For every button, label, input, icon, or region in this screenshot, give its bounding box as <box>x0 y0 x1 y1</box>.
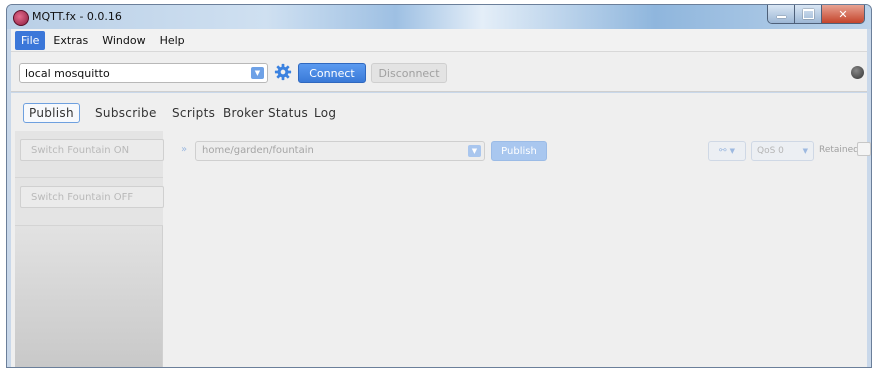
menu-window[interactable]: Window <box>96 31 151 50</box>
chevron-down-icon: ▼ <box>802 147 808 155</box>
window-title: MQTT.fx - 0.0.16 <box>32 10 122 23</box>
tab-publish[interactable]: Publish <box>23 103 80 123</box>
window-controls: ✕ <box>767 5 865 24</box>
publish-button[interactable]: Publish <box>491 141 547 161</box>
tab-scripts[interactable]: Scripts <box>167 103 220 123</box>
tab-subscribe[interactable]: Subscribe <box>90 103 162 123</box>
qos-select[interactable]: QoS 0 ▼ <box>751 141 814 161</box>
double-chevron-right-icon[interactable]: » <box>181 144 187 155</box>
title-bar[interactable]: MQTT.fx - 0.0.16 ✕ <box>7 5 871 29</box>
tab-broker-status[interactable]: Broker Status <box>218 103 313 123</box>
menu-help[interactable]: Help <box>154 31 191 50</box>
connection-profile-value: local mosquitto <box>25 67 110 80</box>
app-icon <box>13 10 29 26</box>
connection-profile-select[interactable]: local mosquitto ▼ <box>19 63 268 83</box>
menu-bar: File Extras Window Help <box>11 29 867 52</box>
main-tabs: Publish Subscribe Scripts Broker Status … <box>11 93 867 131</box>
connection-toolbar: local mosquitto ▼ Connect Disconnect <box>11 52 867 92</box>
chevron-down-icon[interactable]: ▼ <box>251 67 264 79</box>
close-button[interactable]: ✕ <box>822 5 864 23</box>
close-icon: ✕ <box>838 7 848 21</box>
minimize-icon <box>776 16 786 18</box>
gear-icon[interactable] <box>274 63 292 81</box>
topic-value: home/garden/fountain <box>202 145 314 156</box>
switch-fountain-off-button[interactable]: Switch Fountain OFF <box>20 186 164 208</box>
maximize-button[interactable] <box>795 5 822 23</box>
chevron-down-icon[interactable]: ▼ <box>468 145 481 157</box>
connect-button[interactable]: Connect <box>298 63 366 83</box>
menu-extras[interactable]: Extras <box>47 31 94 50</box>
app-window: MQTT.fx - 0.0.16 ✕ File Extras Window He… <box>6 4 872 368</box>
switch-fountain-on-button[interactable]: Switch Fountain ON <box>20 139 164 161</box>
disconnect-button[interactable]: Disconnect <box>371 63 447 83</box>
link-icon: ⚯ <box>719 146 727 156</box>
connection-status-icon <box>851 66 864 79</box>
topic-select[interactable]: home/garden/fountain ▼ <box>195 141 485 161</box>
link-options-button[interactable]: ⚯ ▼ <box>708 141 746 161</box>
qos-value: QoS 0 <box>757 146 784 156</box>
sidebar-divider <box>15 177 163 178</box>
retained-checkbox[interactable] <box>857 142 871 156</box>
retained-label: Retained <box>819 145 859 155</box>
chevron-down-icon: ▼ <box>729 147 735 155</box>
maximize-icon <box>802 9 814 19</box>
menu-file[interactable]: File <box>15 30 46 50</box>
publish-panel: Switch Fountain ON Switch Fountain OFF »… <box>11 131 871 367</box>
tab-log[interactable]: Log <box>309 103 341 123</box>
minimize-button[interactable] <box>768 5 795 23</box>
publish-shortcuts-sidebar: Switch Fountain ON Switch Fountain OFF <box>15 131 164 367</box>
